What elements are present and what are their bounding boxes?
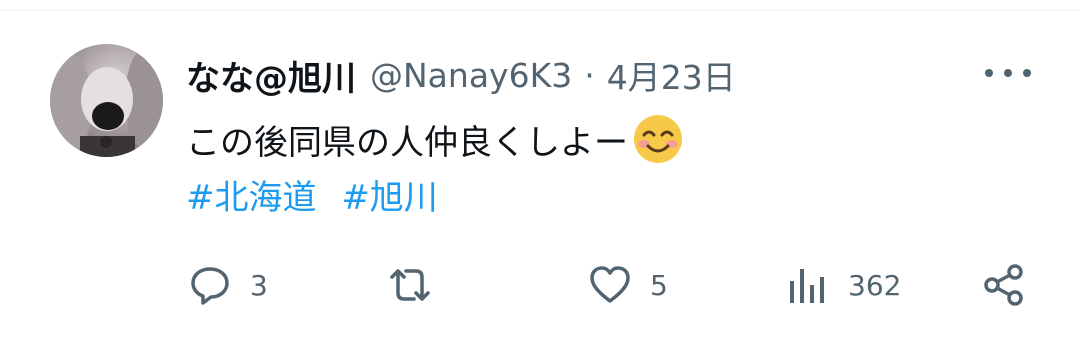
display-name[interactable]: なな@旭川 [186, 51, 356, 100]
hashtag-link[interactable]: #北海道 [186, 178, 317, 218]
reply-button[interactable]: 3 [188, 258, 268, 312]
retweet-button[interactable] [386, 258, 452, 312]
smiling-face-emoji-icon [634, 115, 682, 163]
reply-count: 3 [250, 268, 268, 302]
avatar-image [50, 49, 163, 157]
more-dot-icon [1023, 69, 1031, 77]
hashtag-link[interactable]: #旭川 [341, 178, 438, 218]
top-divider [0, 10, 1080, 11]
action-bar: 3 5 362 [0, 258, 1080, 312]
more-dot-icon [1004, 69, 1012, 77]
like-button[interactable]: 5 [588, 258, 668, 312]
tweet-header: なな@旭川 @Nanay6K3 · 4月23日 [186, 50, 736, 100]
view-count: 362 [848, 268, 902, 302]
retweet-icon [390, 269, 430, 301]
like-count: 5 [650, 268, 668, 302]
tweet-body: この後同県の人仲良くしよー [186, 122, 628, 163]
reply-icon [191, 267, 229, 305]
heart-icon [590, 266, 630, 303]
more-options-button[interactable] [985, 62, 1031, 84]
hashtags: #北海道 #旭川 [186, 170, 452, 219]
avatar[interactable] [50, 44, 163, 157]
tweet-text: この後同県の人仲良くしよー [186, 113, 684, 165]
share-icon [984, 264, 1023, 306]
user-handle[interactable]: @Nanay6K3 [370, 56, 572, 95]
more-dot-icon [985, 69, 993, 77]
bar-chart-icon [790, 269, 824, 303]
tweet-date[interactable]: 4月23日 [607, 51, 736, 99]
share-button[interactable] [982, 258, 1026, 312]
views-button[interactable]: 362 [786, 258, 901, 312]
separator-dot: · [584, 55, 595, 95]
